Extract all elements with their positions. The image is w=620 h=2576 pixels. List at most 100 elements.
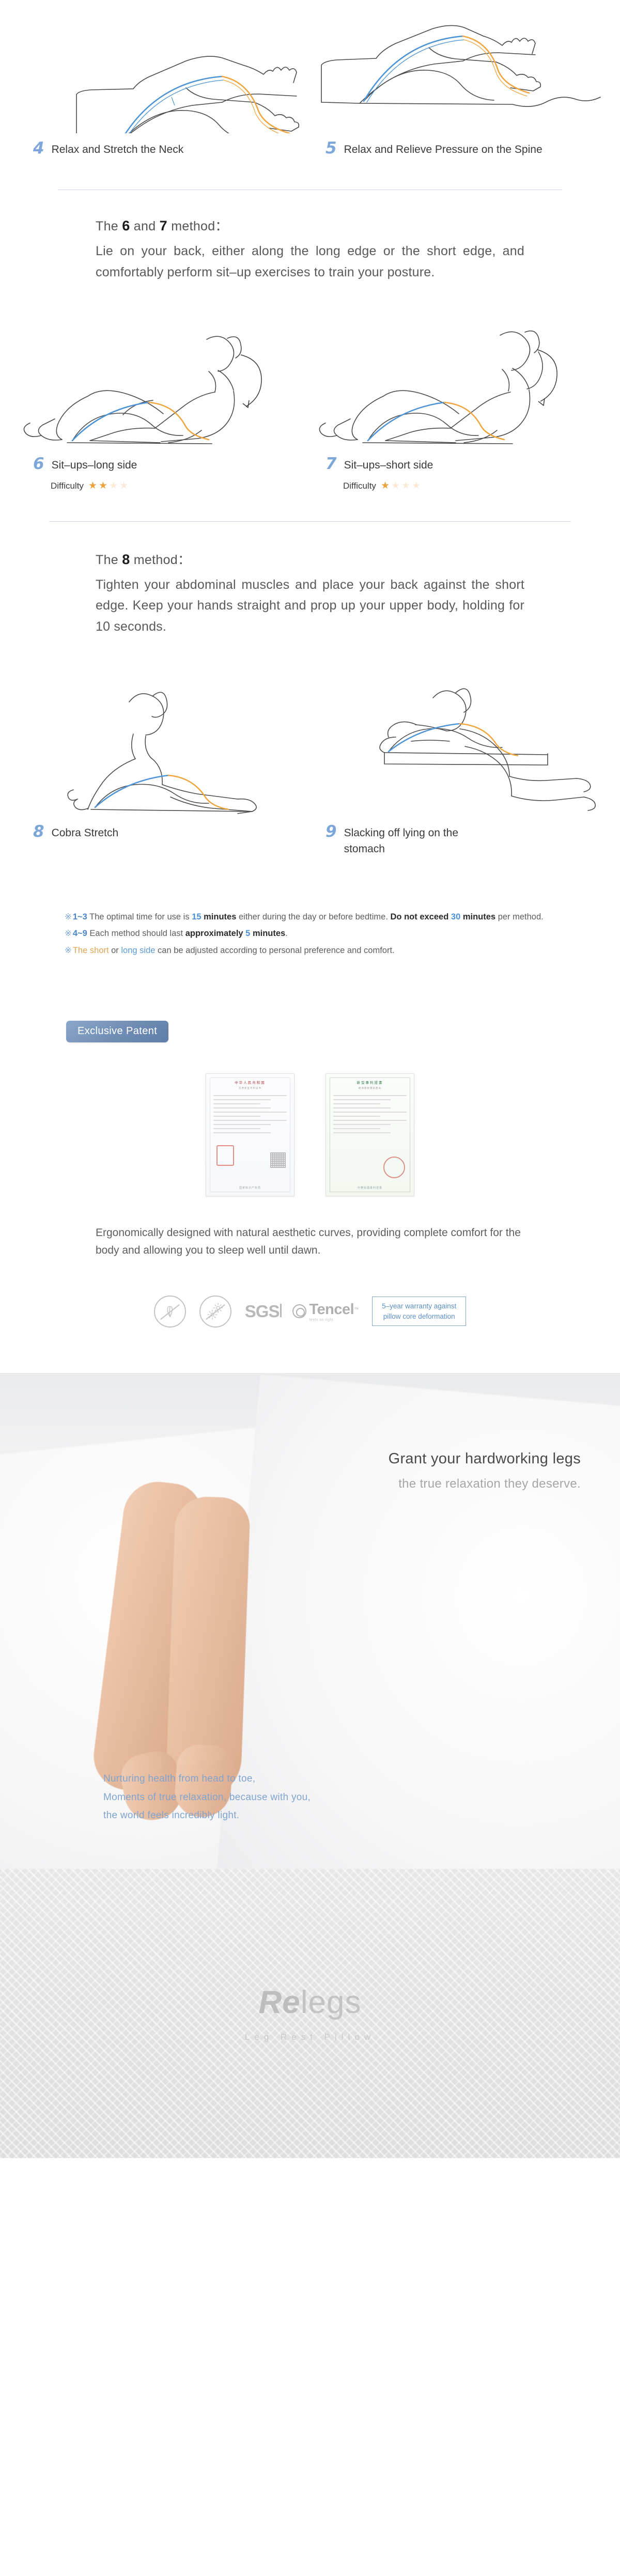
method-8-section: The 8 method： Tighten your abdominal mus… [0, 522, 620, 857]
difficulty-label: Difficulty [51, 480, 84, 491]
hero-footer-line-2: Moments of true relaxation, because with… [103, 1791, 311, 1803]
star-icon: ★ [391, 480, 400, 492]
tencel-logo: Tencel™ feels so right [292, 1301, 359, 1322]
step-caption-4: 4 Relax and Stretch the Neck [33, 140, 310, 158]
steps-45-illustrations [0, 4, 620, 133]
certificate-signature: 国家知识产权局 [239, 1186, 261, 1190]
step-5-illustration-wrap [310, 4, 620, 133]
note-mark-icon: ※ [65, 929, 72, 939]
step-number: 4 [33, 139, 44, 158]
step-number: 8 [33, 822, 44, 841]
hero-headline: Grant your hardworking legs the true rel… [389, 1450, 581, 1491]
method-67-text: The 6 and 7 method： Lie on your back, ei… [96, 216, 524, 283]
patent-description: Ergonomically designed with natural aest… [96, 1226, 521, 1256]
patent-section: Exclusive Patent 中华人民共和国 实用新型专利证书 国家知识产权… [0, 959, 620, 1328]
note-mark-icon: ※ [65, 912, 72, 922]
mite-glyph [207, 1303, 223, 1320]
exclusive-patent-badge: Exclusive Patent [66, 1020, 169, 1042]
step-5-illustration [321, 25, 601, 107]
brand-logo-prefix: Re [258, 1985, 301, 2021]
method-67-title: The 6 and 7 method： [96, 218, 228, 234]
star-icon: ★ [119, 480, 129, 492]
step-label: Relax and Stretch the Neck [51, 144, 184, 155]
note-mark-icon: ※ [65, 945, 72, 955]
step-6-illustration [23, 336, 262, 445]
step-6-illustration-wrap [0, 305, 310, 450]
warranty-badge: 5–year warranty against pillow core defo… [372, 1297, 467, 1326]
tencel-name: Tencel [309, 1301, 354, 1318]
taiwan-patent-certificate: 新型專利證書 經濟部智慧財產局 中華民國專利證書 [326, 1073, 414, 1196]
trademark-symbol: ™ [354, 1306, 359, 1312]
method-67-body: Lie on your back, either along the long … [96, 244, 524, 279]
step-caption-7: 7 Sit–ups–short side [326, 456, 620, 473]
sgs-logo: SGS [244, 1301, 282, 1321]
hero-headline-line-2: the true relaxation they deserve. [398, 1476, 581, 1491]
certificate-qr-icon [270, 1152, 286, 1168]
certificate-seal-icon [383, 1156, 405, 1178]
star-icon: ★ [98, 480, 108, 492]
steps-45-section: 4 Relax and Stretch the Neck 5 Relax and… [0, 0, 620, 158]
usage-notes: ※ 1~3 The optimal time for use is 15 minu… [65, 909, 555, 959]
difficulty-7: Difficulty ★ ★ ★ ★ [326, 481, 620, 491]
step-4-illustration-wrap [0, 4, 310, 133]
steps-45-captions: 4 Relax and Stretch the Neck 5 Relax and… [0, 140, 620, 158]
method-8-title: The 8 method： [96, 551, 191, 567]
warranty-line-1: 5–year warranty against [382, 1302, 457, 1310]
step-4-illustration [76, 56, 300, 133]
certificate-signature: 中華民國專利證書 [357, 1186, 382, 1190]
star-icon: ★ [88, 480, 97, 492]
anti-mite-icon [199, 1295, 231, 1328]
hero-footer-line-1: Nurturing health from head to toe, [103, 1773, 256, 1785]
step-9-illustration [379, 688, 596, 811]
hero-headline-line-1: Grant your hardworking legs [388, 1450, 581, 1467]
step-8-illustration-wrap [0, 664, 310, 819]
hero-footer-line-3: the world feels incredibly light. [103, 1809, 240, 1821]
brand-tagline: Leg Rest Pillow [244, 2032, 376, 2042]
step-number: 6 [33, 455, 44, 474]
brand-footer: Relegs Leg Rest Pillow [0, 1868, 620, 2158]
tencel-tagline: feels so right [309, 1318, 334, 1322]
warranty-line-2: pillow core deformation [383, 1312, 455, 1320]
step-8-illustration [67, 692, 257, 815]
mold-glyph [167, 1306, 173, 1317]
difficulty-6: Difficulty ★ ★ ★ ★ [33, 481, 310, 491]
step-9-illustration-wrap [310, 664, 620, 819]
step-label: Relax and Relieve Pressure on the Spine [344, 144, 542, 155]
product-detail-page: 4 Relax and Stretch the Neck 5 Relax and… [0, 0, 620, 2576]
certificate-frame [210, 1077, 290, 1192]
step-caption-5: 5 Relax and Relieve Pressure on the Spin… [326, 140, 548, 158]
feature-badges: SGS Tencel™ feels so right 5–year warran… [0, 1295, 620, 1328]
step-number: 7 [326, 455, 337, 474]
difficulty-stars: ★ ★ ★ ★ [88, 481, 128, 491]
method-8-body: Tighten your abdominal muscles and place… [96, 577, 524, 634]
step-caption-8: 8 Cobra Stretch [33, 824, 310, 841]
note-line-2: ※ 4~9 Each method should last approximate… [65, 929, 288, 939]
steps-67-illustrations [0, 305, 620, 450]
usage-notes-section: ※ 1~3 The optimal time for use is 15 minu… [0, 857, 620, 959]
note-line-1: ※ 1~3 The optimal time for use is 15 minu… [65, 912, 544, 922]
step-label: Slacking off lying on the stomach [344, 827, 459, 855]
step-label: Sit–ups–long side [51, 459, 137, 472]
step-caption-6: 6 Sit–ups–long side [33, 456, 310, 473]
step-caption-9: 9 Slacking off lying on the stomach [326, 824, 491, 857]
star-icon: ★ [109, 480, 118, 492]
star-icon: ★ [401, 480, 411, 492]
star-icon: ★ [412, 480, 421, 492]
difficulty-label: Difficulty [343, 480, 376, 491]
hero-footer-copy: Nurturing health from head to toe, Momen… [103, 1770, 311, 1824]
certificate-seal-icon [216, 1145, 234, 1166]
step-number: 5 [326, 139, 337, 158]
note-line-3: ※ The short or long side can be adjusted … [65, 945, 395, 955]
steps-89-illustrations [0, 664, 620, 819]
difficulty-stars: ★ ★ ★ ★ [381, 481, 421, 491]
patent-certificates: 中华人民共和国 实用新型专利证书 国家知识产权局 新型專利證書 經濟部智慧財產局… [0, 1073, 620, 1196]
step-7-illustration-wrap [310, 305, 620, 450]
brand-logo: Relegs [258, 1984, 361, 2021]
step-number: 9 [326, 822, 337, 841]
steps-89-captions: 8 Cobra Stretch 9 Slacking off lying on … [0, 824, 620, 857]
anti-mold-icon [153, 1295, 186, 1328]
star-icon: ★ [380, 480, 390, 492]
tencel-swirl-icon [292, 1304, 307, 1319]
step-label: Cobra Stretch [51, 827, 119, 839]
china-patent-certificate: 中华人民共和国 实用新型专利证书 国家知识产权局 [206, 1073, 295, 1196]
